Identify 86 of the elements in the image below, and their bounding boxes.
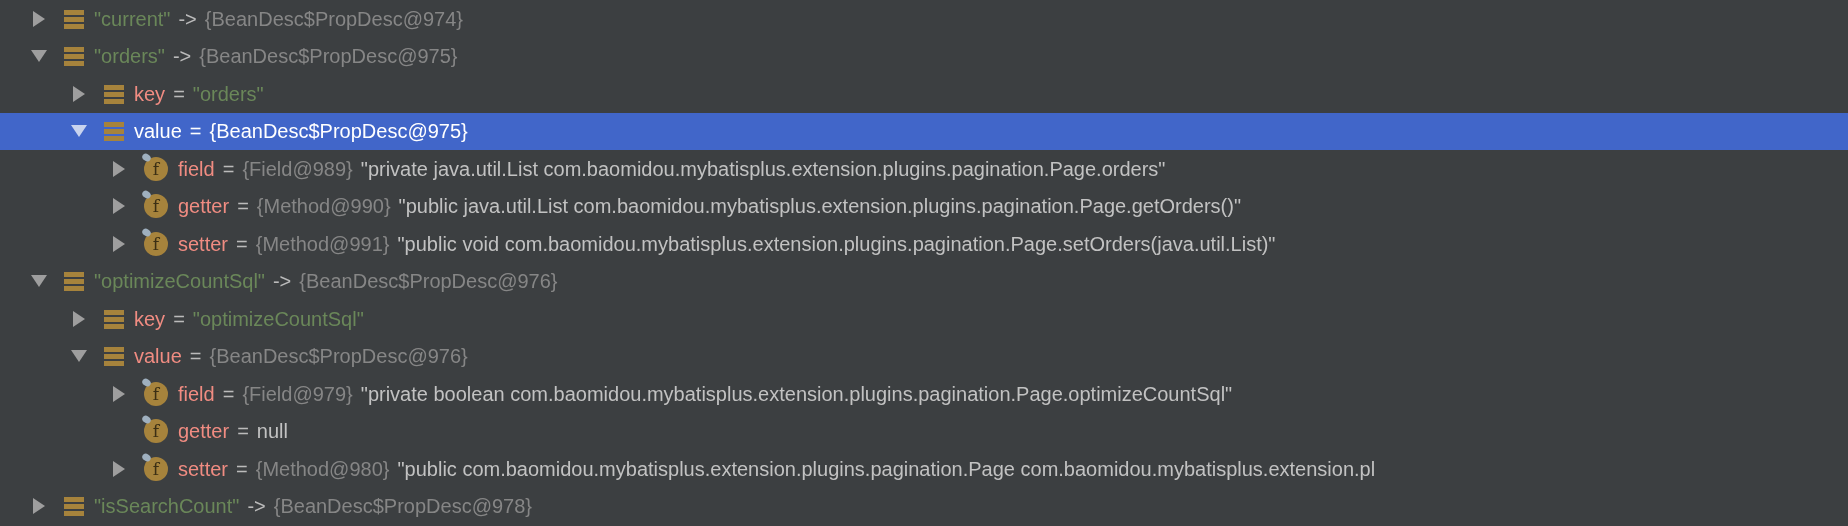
field-icon: f: [144, 156, 168, 181]
operator-text: =: [189, 344, 202, 370]
operator-text: =: [173, 81, 185, 107]
stack-icon: [64, 271, 84, 292]
tree-row[interactable]: "isSearchCount" -> {BeanDesc$PropDesc@978}: [0, 487, 1848, 525]
stack-icon: [104, 308, 124, 329]
tree-row[interactable]: key = "optimizeCountSql": [0, 300, 1848, 338]
object-reference: {BeanDesc$PropDesc@976}: [209, 344, 468, 370]
object-reference: {Field@989}: [242, 156, 353, 182]
expand-arrow-icon[interactable]: [112, 459, 126, 478]
stack-icon: [104, 83, 124, 104]
variable-name: key: [134, 81, 166, 107]
variable-name: value: [134, 344, 182, 370]
operator-text: =: [222, 381, 235, 407]
expand-arrow-icon[interactable]: [72, 84, 86, 103]
expand-arrow-icon[interactable]: [112, 384, 126, 403]
variable-value: null: [256, 419, 288, 445]
tree-row[interactable]: "current" -> {BeanDesc$PropDesc@974}: [0, 0, 1848, 38]
variable-name: "current": [94, 6, 171, 32]
variable-value: "private boolean com.baomidou.mybatisplus.extension.plugins.pagination.Page.optimizeCountSql": [360, 381, 1233, 407]
stack-icon: [64, 8, 84, 29]
operator-text: =: [173, 306, 185, 332]
object-reference: {Method@991}: [255, 231, 390, 257]
variable-name: "optimizeCountSql": [94, 269, 265, 295]
variable-name: field: [178, 156, 215, 182]
expand-arrow-icon[interactable]: [112, 234, 126, 253]
operator-text: =: [222, 156, 235, 182]
variable-name: value: [134, 119, 182, 145]
field-icon: f: [144, 456, 168, 481]
expand-arrow-icon[interactable]: [32, 9, 46, 28]
tree-row[interactable]: "orders" -> {BeanDesc$PropDesc@975}: [0, 37, 1848, 75]
operator-text: =: [236, 456, 248, 482]
tree-row[interactable]: value = {BeanDesc$PropDesc@976}: [0, 337, 1848, 375]
tree-row[interactable]: value = {BeanDesc$PropDesc@975}: [0, 112, 1848, 150]
variable-name: field: [178, 381, 215, 407]
variable-value: "optimizeCountSql": [192, 306, 364, 332]
operator-text: =: [237, 419, 249, 445]
collapse-arrow-icon[interactable]: [30, 274, 48, 289]
stack-icon: [104, 346, 124, 367]
variable-name: setter: [178, 231, 229, 257]
tree-row[interactable]: f setter = {Method@980} "public com.baomidou.mybatisplus.extension.plugins.pagination.Page com.baomidou.mybatisplus.extension.pl: [0, 450, 1848, 488]
tree-row[interactable]: f getter = null: [0, 412, 1848, 450]
object-reference: {BeanDesc$PropDesc@976}: [299, 269, 558, 295]
object-reference: {BeanDesc$PropDesc@978}: [273, 494, 532, 520]
variable-name: getter: [178, 419, 230, 445]
operator-text: ->: [178, 6, 197, 32]
expand-arrow-icon[interactable]: [32, 497, 46, 516]
operator-text: ->: [172, 44, 192, 70]
object-reference: {BeanDesc$PropDesc@975}: [199, 44, 458, 70]
collapse-arrow-icon[interactable]: [30, 49, 48, 64]
operator-text: =: [236, 231, 248, 257]
variable-name: key: [134, 306, 166, 332]
variable-value: "public java.util.List com.baomidou.mybatisplus.extension.plugins.pagination.Page.getOrders()": [398, 194, 1242, 220]
variable-value: "orders": [192, 81, 264, 107]
stack-icon: [64, 46, 84, 67]
object-reference: {Method@980}: [255, 456, 390, 482]
tree-row[interactable]: key = "orders": [0, 75, 1848, 113]
variable-name: getter: [178, 194, 230, 220]
field-icon: f: [144, 231, 168, 256]
object-reference: {BeanDesc$PropDesc@974}: [204, 6, 464, 32]
tree-row[interactable]: "optimizeCountSql" -> {BeanDesc$PropDesc@976}: [0, 262, 1848, 300]
expand-arrow-icon[interactable]: [72, 309, 86, 328]
object-reference: {Method@990}: [256, 194, 391, 220]
object-reference: {Field@979}: [242, 381, 353, 407]
field-icon: f: [144, 381, 168, 406]
variable-value: "private java.util.List com.baomidou.mybatisplus.extension.plugins.pagination.Page.orders": [360, 156, 1166, 182]
object-reference: {BeanDesc$PropDesc@975}: [209, 119, 468, 145]
variable-name: setter: [178, 456, 229, 482]
expand-arrow-icon[interactable]: [112, 197, 126, 216]
operator-text: ->: [247, 494, 266, 520]
tree-row[interactable]: f field = {Field@979} "private boolean com.baomidou.mybatisplus.extension.plugins.pagination.Page.optimizeCountSql": [0, 375, 1848, 413]
operator-text: ->: [272, 269, 292, 295]
tree-row[interactable]: f field = {Field@989} "private java.util.List com.baomidou.mybatisplus.extension.plugins.pagination.Page.orders": [0, 150, 1848, 188]
tree-row[interactable]: f setter = {Method@991} "public void com.baomidou.mybatisplus.extension.plugins.pagination.Page.setOrders(java.util.List)": [0, 225, 1848, 263]
operator-text: =: [189, 119, 202, 145]
stack-icon: [104, 121, 124, 142]
operator-text: =: [237, 194, 249, 220]
variable-value: "public void com.baomidou.mybatisplus.extension.plugins.pagination.Page.setOrders(java.util.List)": [397, 231, 1276, 257]
collapse-arrow-icon[interactable]: [70, 124, 88, 139]
variable-name: "isSearchCount": [94, 494, 240, 520]
stack-icon: [64, 496, 84, 517]
tree-row[interactable]: f getter = {Method@990} "public java.util.List com.baomidou.mybatisplus.extension.plugins.pagination.Page.getOrders()": [0, 187, 1848, 225]
collapse-arrow-icon[interactable]: [70, 349, 88, 364]
variable-value: "public com.baomidou.mybatisplus.extension.plugins.pagination.Page com.baomidou.mybatisplus.extension.pl: [397, 456, 1376, 482]
expand-arrow-icon[interactable]: [112, 159, 126, 178]
variable-name: "orders": [94, 44, 165, 70]
